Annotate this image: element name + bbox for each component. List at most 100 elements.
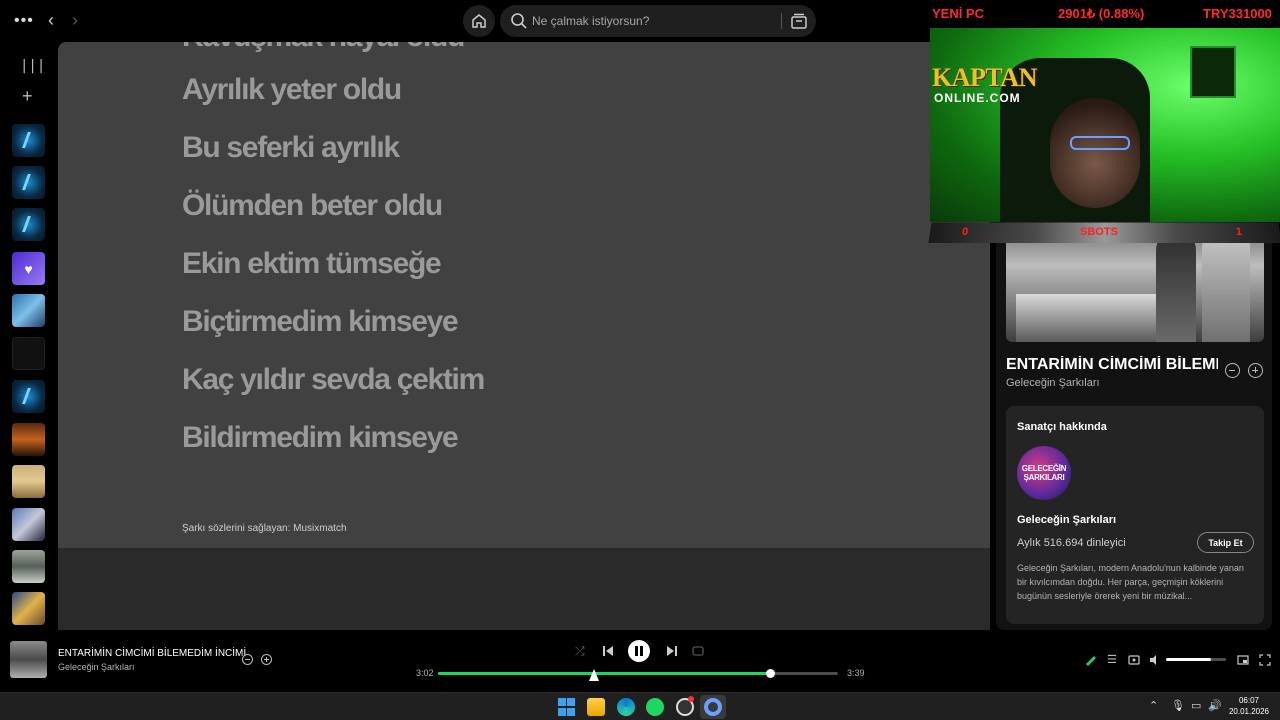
progress-fill	[438, 672, 770, 675]
library-item[interactable]	[12, 465, 45, 498]
lyric-line[interactable]: Ölümden beter oldu	[182, 189, 443, 223]
follow-button[interactable]: Takip Et	[1197, 532, 1254, 553]
add-circle-icon[interactable]	[261, 654, 272, 665]
queue-icon[interactable]: ☰	[1107, 653, 1117, 666]
ticker-price: 2901₺ (0.88%)	[1058, 6, 1145, 21]
pause-button[interactable]	[628, 640, 650, 662]
settings-icon[interactable]	[704, 698, 722, 716]
cover-figure	[1156, 230, 1196, 342]
spotify-icon[interactable]	[646, 698, 664, 716]
cam-glasses	[1070, 136, 1130, 150]
lyric-line[interactable]: Ayrılık yeter oldu	[182, 73, 402, 107]
speaker-icon[interactable]: 🔊	[1208, 699, 1222, 712]
ticker-target: TRY331000	[1203, 6, 1272, 21]
webcam-overlay: YENİ PC 2901₺ (0.88%) TRY331000 KAPTAN O…	[928, 0, 1280, 243]
cover-fountain	[1016, 294, 1156, 342]
lyrics-panel: Kavuşmak hayal oldu Ayrılık yeter oldu B…	[58, 42, 990, 548]
artist-avatar[interactable]: GELECEĞİN ŞARKILARI	[1017, 446, 1071, 500]
volume-icon[interactable]	[1149, 654, 1161, 666]
webcam-feed: KAPTAN ONLINE.COM	[930, 28, 1280, 222]
lyric-line[interactable]: Bildirmedim kimseye	[182, 421, 459, 455]
volume-slider[interactable]	[1166, 658, 1226, 661]
library-item[interactable]	[12, 508, 45, 541]
network-icon[interactable]: ▭	[1191, 699, 1201, 712]
lyrics-icon[interactable]	[1085, 654, 1097, 666]
remove-circle-icon[interactable]	[242, 654, 253, 665]
search-input[interactable]	[532, 12, 772, 30]
home-button[interactable]	[463, 5, 495, 37]
progress-bar[interactable]	[438, 668, 838, 678]
about-heading: Sanatçı hakkında	[1017, 421, 1107, 433]
remove-circle-icon[interactable]	[1225, 363, 1240, 378]
avatar-logo-text: GELECEĞİN ŞARKILARI	[1021, 464, 1067, 482]
now-playing-panel: ENTARİMİN CİMCİMİ BİLEMEDİM İNCİMİ Gelec…	[996, 222, 1272, 630]
connect-device-icon[interactable]	[1128, 654, 1140, 666]
fullscreen-icon[interactable]	[1259, 654, 1271, 666]
search-bar[interactable]	[500, 5, 816, 37]
artist-about-card[interactable]: Sanatçı hakkında GELECEĞİN ŞARKILARI Gel…	[1006, 406, 1264, 624]
next-icon[interactable]	[666, 645, 678, 657]
menu-dots-icon[interactable]: •••	[14, 12, 34, 30]
library-item[interactable]	[12, 166, 45, 199]
now-playing-title[interactable]: ENTARİMİN CİMCİMİ BİLEMEDİM İNCİMİ	[58, 648, 246, 659]
file-explorer-icon[interactable]	[587, 698, 605, 716]
browse-icon[interactable]	[790, 12, 808, 30]
library-item[interactable]	[12, 380, 45, 413]
library-item[interactable]	[12, 124, 45, 157]
cam-person	[1050, 98, 1140, 208]
miniplayer-icon[interactable]	[1237, 654, 1249, 666]
lyric-line[interactable]: Ekin ektim tümseğe	[182, 247, 442, 281]
search-divider	[781, 13, 782, 29]
microphone-icon[interactable]: 🎙	[1171, 699, 1185, 712]
library-item[interactable]	[12, 550, 45, 583]
add-circle-icon[interactable]	[1248, 363, 1263, 378]
lyric-line[interactable]: Kaç yıldır sevda çektim	[182, 363, 485, 397]
progress-handle[interactable]	[765, 668, 775, 678]
chevron-right-icon[interactable]: ›	[72, 10, 78, 31]
lyric-line[interactable]: Bu seferki ayrılık	[182, 131, 400, 165]
lyrics-footer-area	[58, 548, 990, 630]
lyric-line[interactable]: Kavuşmak hayal oldu	[182, 42, 465, 54]
overlay-ticker: YENİ PC 2901₺ (0.88%) TRY331000	[930, 0, 1280, 28]
library-item[interactable]	[12, 294, 45, 327]
library-item[interactable]	[12, 337, 45, 370]
shuffle-icon[interactable]: ⤮	[575, 644, 585, 659]
lyric-line[interactable]: Biçtirmedim kimseye	[182, 305, 459, 339]
panel-track-artist[interactable]: Geleceğin Şarkıları	[1006, 377, 1100, 389]
now-playing-artist[interactable]: Geleceğin Şarkıları	[58, 662, 135, 672]
score-left: 0	[961, 226, 969, 238]
chevron-left-icon[interactable]: ‹	[48, 10, 54, 31]
library-item[interactable]	[12, 208, 45, 241]
top-bar: ••• ‹ ›	[0, 0, 930, 42]
tray-chevron-icon[interactable]: ⌃	[1149, 699, 1158, 712]
artist-bio: Geleceğin Şarkıları, modern Anadolu'nun …	[1017, 563, 1244, 601]
windows-taskbar: ⌃ 🎙 ▭ 🔊 06:07 20.01.2026	[0, 692, 1280, 720]
start-icon[interactable]	[558, 698, 576, 716]
spotify-app: ••• ‹ › ||| + ♥ Kavuşmak hayal oldu Ayrı…	[0, 0, 1280, 692]
panel-track-title[interactable]: ENTARİMİN CİMCİMİ BİLEMEDİM İNCİMİ	[1006, 356, 1218, 374]
score-label: SBOTS	[1079, 226, 1118, 238]
recording-dot-icon	[688, 696, 694, 702]
ticker-label: YENİ PC	[932, 6, 985, 21]
overlay-scorebar: 0 SBOTS 1	[928, 222, 1280, 243]
repeat-icon[interactable]	[692, 645, 704, 657]
score-right: 1	[1235, 226, 1243, 238]
library-icon[interactable]: |||	[20, 58, 45, 74]
liked-songs-item[interactable]: ♥	[12, 252, 45, 285]
volume-fill	[1166, 658, 1211, 661]
artist-name[interactable]: Geleceğin Şarkıları	[1017, 514, 1116, 526]
heart-icon: ♥	[24, 260, 33, 277]
elapsed-time: 3:02	[416, 668, 434, 678]
overlay-logo: KAPTAN	[932, 63, 1037, 92]
library-item[interactable]	[12, 423, 45, 456]
lyrics-credit: Şarkı sözlerini sağlayan: Musixmatch	[182, 523, 347, 534]
library-item[interactable]	[12, 592, 45, 625]
edge-browser-icon[interactable]	[617, 698, 635, 716]
plus-icon[interactable]: +	[22, 86, 33, 107]
now-playing-cover[interactable]	[10, 641, 47, 678]
monthly-listeners: Aylık 516.694 dinleyici	[1017, 537, 1126, 549]
previous-icon[interactable]	[602, 645, 614, 657]
player-bar: ENTARİMİN CİMCİMİ BİLEMEDİM İNCİMİ Gelec…	[0, 630, 1280, 692]
system-clock[interactable]: 06:07 20.01.2026	[1226, 695, 1272, 717]
home-icon	[472, 14, 486, 28]
